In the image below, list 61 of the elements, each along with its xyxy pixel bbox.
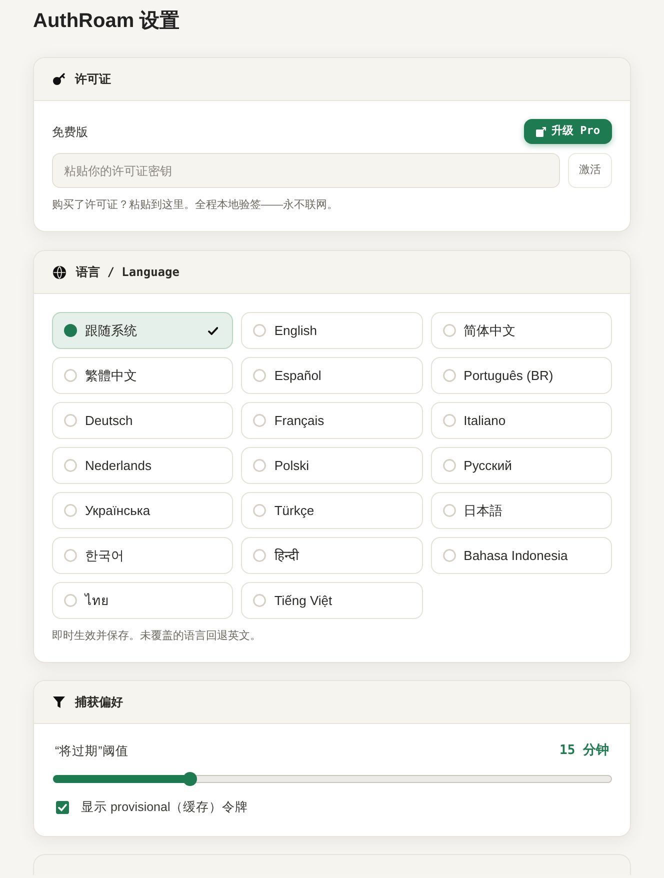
radio-icon: [64, 414, 77, 427]
language-option[interactable]: Türkçe: [241, 492, 423, 529]
language-option[interactable]: Italiano: [430, 402, 612, 439]
radio-icon: [442, 504, 456, 517]
radio-icon: [253, 549, 266, 562]
activate-button[interactable]: 激活: [568, 153, 612, 188]
radio-icon: [442, 369, 456, 382]
language-option[interactable]: Tiếng Việt: [241, 582, 423, 619]
language-option[interactable]: 跟随系统: [52, 312, 234, 349]
language-option[interactable]: Українська: [52, 492, 234, 529]
hint-text: 即时生效并保存。未覆盖的语言回退英文。: [52, 628, 262, 644]
threshold-value: 15 分钟: [560, 742, 609, 760]
radio-icon: [64, 594, 77, 607]
language-option[interactable]: Português (BR): [430, 357, 612, 394]
language-option[interactable]: Français: [241, 402, 423, 439]
radio-icon: [442, 324, 456, 337]
language-option[interactable]: 日本語: [430, 492, 612, 529]
filter-icon: [53, 696, 65, 708]
radio-icon: [253, 324, 266, 337]
language-option[interactable]: Nederlands: [52, 447, 234, 484]
radio-icon: [64, 324, 77, 337]
radio-icon: [253, 594, 266, 607]
language-option[interactable]: English: [241, 312, 423, 349]
language-option[interactable]: Deutsch: [52, 402, 234, 439]
hint-text: 购买了许可证？粘贴到这里。全程本地验签——永不联网。: [52, 198, 339, 213]
license-key-field[interactable]: 粘贴你的许可证密钥: [52, 153, 560, 188]
check-icon: [208, 326, 218, 334]
radio-icon: [442, 459, 456, 472]
language-option[interactable]: 简体中文: [430, 312, 612, 349]
language-option[interactable]: ไทย: [52, 582, 234, 619]
language-option[interactable]: Bahasa Indonesia: [430, 537, 612, 574]
language-option[interactable]: Polski: [241, 447, 423, 484]
plan-label: 免费版: [52, 124, 88, 140]
radio-icon: [253, 504, 266, 517]
card-title: 语言 / Language: [76, 264, 180, 281]
radio-icon: [442, 549, 456, 562]
radio-icon: [253, 459, 266, 472]
radio-icon: [442, 414, 456, 427]
upgrade-button[interactable]: 升级 Pro: [524, 119, 612, 144]
language-option[interactable]: 繁體中文: [52, 357, 234, 394]
language-option[interactable]: Русский: [430, 447, 612, 484]
radio-icon: [253, 369, 266, 382]
slider-track[interactable]: [53, 772, 612, 786]
checkbox-label: 显示 provisional（缓存）令牌: [81, 798, 248, 816]
card-title: 许可证: [75, 71, 111, 88]
language-option[interactable]: 한국어: [52, 537, 234, 574]
card-title: 捕获偏好: [75, 694, 123, 711]
language-option[interactable]: हिन्दी: [241, 537, 423, 574]
globe-icon: [53, 266, 66, 278]
radio-icon: [64, 369, 77, 382]
radio-icon: [64, 549, 77, 562]
threshold-label: “将过期”阈值: [55, 742, 128, 760]
slider-thumb[interactable]: [182, 772, 197, 786]
checkbox[interactable]: [56, 800, 69, 814]
radio-icon: [64, 504, 77, 517]
language-option[interactable]: Español: [241, 357, 423, 394]
radio-icon: [64, 459, 77, 472]
external-link-icon: [536, 126, 546, 136]
key-icon: [53, 73, 65, 85]
page-title: AuthRoam 设置: [33, 9, 181, 34]
radio-icon: [253, 414, 266, 427]
